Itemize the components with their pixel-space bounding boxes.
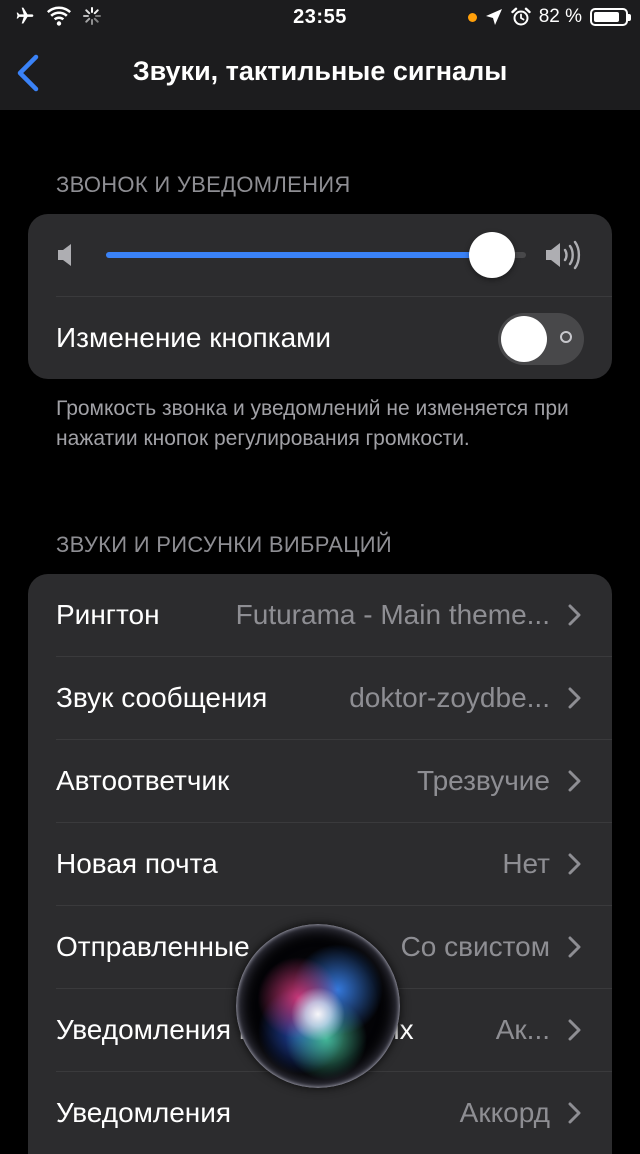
location-arrow-icon bbox=[485, 9, 502, 25]
toggle-knob bbox=[501, 316, 547, 362]
list-item-label: Звук сообщения bbox=[56, 682, 268, 713]
volume-slider[interactable] bbox=[106, 252, 526, 258]
list-item-value: doktor-zoydbe... bbox=[349, 682, 550, 713]
chevron-right-icon bbox=[568, 770, 581, 792]
chevron-right-icon bbox=[568, 687, 581, 709]
chevron-right-icon bbox=[568, 1102, 581, 1124]
speaker-low-icon bbox=[58, 244, 71, 266]
battery-icon bbox=[590, 8, 631, 26]
page-title: Звуки, тактильные сигналы bbox=[132, 56, 508, 86]
siri-orb[interactable] bbox=[236, 924, 400, 1088]
list-item-message-sound[interactable]: Звук сообщения doktor-zoydbe... bbox=[28, 657, 612, 739]
chevron-right-icon bbox=[568, 604, 581, 626]
list-item-ringtone[interactable]: Рингтон Futurama - Main theme... bbox=[28, 574, 612, 656]
chevron-right-icon bbox=[568, 936, 581, 958]
list-item-value: Со свистом bbox=[400, 931, 550, 962]
battery-percent: 82 % bbox=[538, 6, 582, 27]
list-item-label: Автоответчик bbox=[56, 765, 230, 796]
navigation-bar: Звуки, тактильные сигналы bbox=[0, 36, 640, 110]
list-item-voicemail[interactable]: Автоответчик Трезвучие bbox=[28, 740, 612, 822]
list-item-value: Ак... bbox=[495, 1014, 550, 1045]
status-bar: 23:55 82 % bbox=[0, 0, 640, 36]
volume-slider-thumb[interactable] bbox=[469, 232, 516, 278]
list-item-label: Уведомления bbox=[56, 1097, 232, 1128]
list-item-label: Рингтон bbox=[56, 599, 160, 630]
volume-slider-fill bbox=[106, 252, 493, 258]
list-item-label: Новая почта bbox=[56, 848, 218, 879]
ringer-footer-note: Громкость звонка и уведомлений не изменя… bbox=[56, 397, 569, 450]
list-item-value: Нет bbox=[502, 848, 550, 879]
change-with-buttons-label: Изменение кнопками bbox=[56, 322, 332, 353]
section-header-sounds: ЗВУКИ И РИСУНКИ ВИБРАЦИЙ bbox=[56, 532, 393, 557]
toggle-off-indicator-icon bbox=[560, 331, 572, 343]
privacy-dot-icon bbox=[467, 12, 477, 22]
section-header-ringer: ЗВОНОК И УВЕДОМЛЕНИЯ bbox=[56, 172, 351, 197]
list-item-new-mail[interactable]: Новая почта Нет bbox=[28, 823, 612, 905]
ringer-group: Изменение кнопками bbox=[28, 214, 612, 379]
battery-fill bbox=[594, 12, 619, 22]
volume-slider-row bbox=[28, 214, 612, 296]
list-item-label: Отправленные bbox=[56, 931, 250, 962]
speaker-high-icon bbox=[546, 240, 581, 270]
chevron-right-icon bbox=[568, 853, 581, 875]
chevron-right-icon bbox=[568, 1019, 581, 1041]
list-item-value: Аккорд bbox=[459, 1097, 550, 1128]
change-with-buttons-toggle[interactable] bbox=[498, 313, 584, 365]
list-item-value: Futurama - Main theme... bbox=[235, 599, 550, 630]
list-item-value: Трезвучие bbox=[417, 765, 550, 796]
change-with-buttons-row: Изменение кнопками bbox=[28, 297, 612, 379]
alarm-icon bbox=[510, 7, 531, 26]
status-right-icons: 82 % bbox=[467, 6, 631, 28]
